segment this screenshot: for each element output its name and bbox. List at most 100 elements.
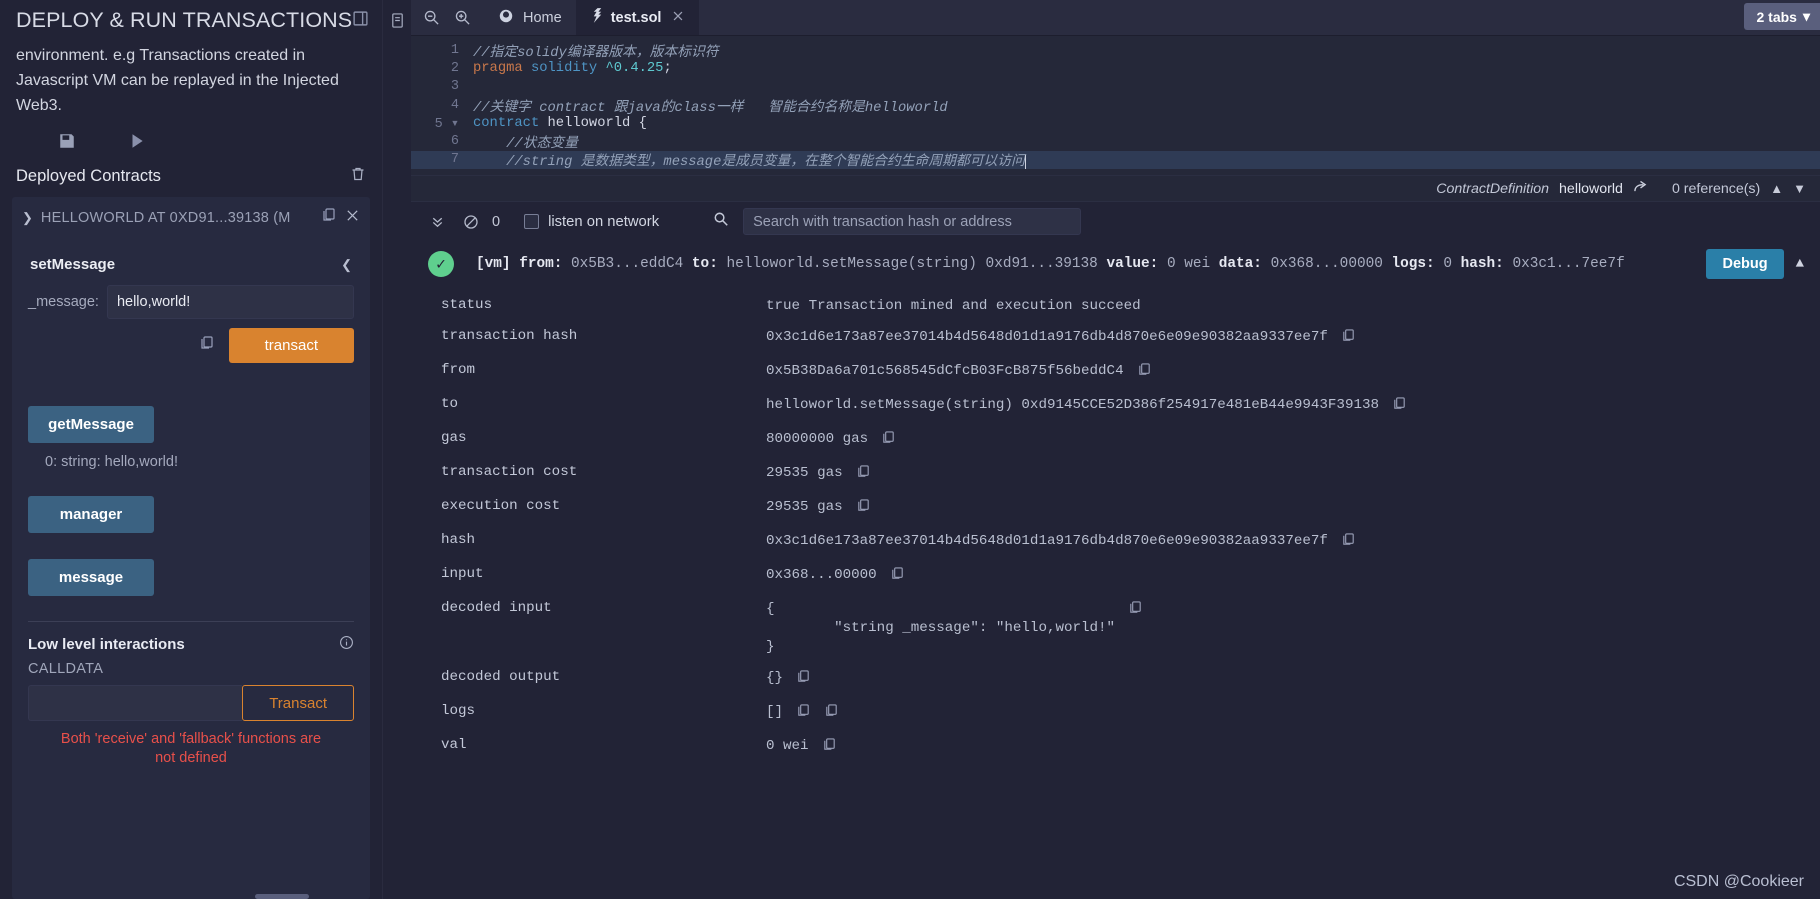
- code-line[interactable]: 2 pragma solidity ^0.4.25;: [411, 59, 1820, 77]
- copy-icon[interactable]: [1341, 328, 1356, 350]
- transaction-detail-row: input 0x368...00000: [411, 560, 1820, 594]
- line-number: 7: [450, 152, 459, 168]
- summary-from-label: from:: [519, 256, 563, 273]
- deployed-contracts-header: Deployed Contracts: [0, 160, 382, 197]
- copy-icon[interactable]: [1137, 362, 1152, 384]
- copy-icon[interactable]: [856, 464, 871, 486]
- tabs-count-badge[interactable]: 2 tabs ▾: [1743, 3, 1820, 30]
- line-number: 3: [450, 79, 459, 95]
- manager-button[interactable]: manager: [28, 496, 154, 533]
- transaction-detail-row: hash 0x3c1d6e173a87ee37014b4d5648d01d1a91…: [411, 526, 1820, 560]
- zoom-out-icon[interactable]: [423, 9, 440, 26]
- detail-value-wrap: 0x368...00000: [766, 566, 905, 588]
- detail-value: helloworld.setMessage(string) 0xd9145CCE…: [766, 397, 1379, 414]
- code-line[interactable]: 7 //string 是数据类型，message是成员变量，在整个智能合约生命周…: [411, 150, 1820, 171]
- info-icon[interactable]: [339, 635, 354, 653]
- transaction-header[interactable]: ✓ [vm] from: 0x5B3...eddC4 to: helloworl…: [411, 241, 1820, 287]
- low-level-header: Low level interactions: [28, 622, 354, 653]
- line-number: 5 ▾: [434, 116, 459, 132]
- tab-home[interactable]: Home: [483, 0, 576, 35]
- copy-calldata-icon[interactable]: [199, 335, 215, 356]
- horizontal-scrollbar[interactable]: [255, 894, 309, 899]
- detail-value-wrap: []: [766, 703, 839, 725]
- detail-value: true Transaction mined and execution suc…: [766, 298, 1141, 315]
- transaction-details-table: status true Transaction mined and executi…: [411, 287, 1820, 765]
- play-icon[interactable]: [128, 132, 146, 150]
- tab-test-sol[interactable]: test.sol: [575, 0, 700, 35]
- copy-icon[interactable]: [822, 737, 837, 759]
- close-icon[interactable]: [671, 9, 685, 27]
- detail-key: hash: [441, 532, 476, 549]
- chevron-up-icon[interactable]: ▲: [1770, 181, 1783, 196]
- pending-tx-count: 0: [492, 213, 501, 230]
- detail-value-wrap: 0x3c1d6e173a87ee37014b4d5648d01d1a9176db…: [766, 328, 1356, 350]
- copy-icon[interactable]: [796, 669, 811, 691]
- transact-row: transact: [28, 328, 354, 363]
- set-message-header[interactable]: setMessage ❮: [28, 238, 354, 283]
- param-label-message: _message:: [28, 294, 99, 310]
- panel-icon[interactable]: [352, 10, 369, 32]
- code-line[interactable]: 5 ▾ contract helloworld {: [411, 114, 1820, 132]
- copy-icon[interactable]: [321, 207, 337, 228]
- copy-icon[interactable]: [881, 430, 896, 452]
- detail-key: input: [441, 566, 484, 583]
- transaction-detail-row: to helloworld.setMessage(string) 0xd9145C…: [411, 390, 1820, 424]
- code-line[interactable]: 3: [411, 78, 1820, 96]
- low-level-transact-button[interactable]: Transact: [242, 685, 354, 721]
- contract-header[interactable]: ❯ HELLOWORLD AT 0XD91...39138 (M: [12, 197, 370, 238]
- summary-logs-label: logs:: [1391, 256, 1435, 273]
- code-text: //string 是数据类型，message是成员变量，在整个智能合约生命周期都…: [473, 154, 1026, 171]
- ban-icon[interactable]: [454, 214, 488, 230]
- listen-on-network-checkbox[interactable]: [524, 214, 540, 230]
- copy-icon[interactable]: [1392, 396, 1407, 418]
- code-line[interactable]: 1 //指定solidy编译器版本，版本标识符: [411, 41, 1820, 61]
- message-button[interactable]: message: [28, 559, 154, 596]
- code-line[interactable]: 6 //状态变量: [411, 132, 1820, 152]
- chevron-up-icon[interactable]: ❮: [341, 257, 352, 273]
- detail-key: logs: [441, 703, 476, 720]
- chevrons-down-icon[interactable]: [421, 214, 454, 229]
- copy-icon[interactable]: [1341, 532, 1356, 554]
- summary-to-value: helloworld.setMessage(string) 0xd91...39…: [726, 256, 1098, 273]
- search-icon[interactable]: [659, 211, 743, 232]
- detail-value: 29535 gas: [766, 499, 843, 516]
- deploy-run-sidebar: DEPLOY & RUN TRANSACTIONS environment. e…: [0, 0, 383, 899]
- debug-button[interactable]: Debug: [1706, 249, 1784, 280]
- copy-icon[interactable]: [796, 703, 811, 725]
- code-text: //关键字 contract 跟java的class一样 智能合约名称是hell…: [473, 100, 948, 116]
- detail-key: from: [441, 362, 476, 379]
- terminal-toolbar: 0 listen on network: [411, 201, 1820, 242]
- detail-key: status: [441, 297, 493, 314]
- calldata-input[interactable]: [28, 685, 243, 721]
- copy-icon[interactable]: [856, 498, 871, 520]
- save-icon[interactable]: [58, 132, 76, 150]
- goto-icon[interactable]: [1633, 180, 1648, 197]
- message-input[interactable]: [106, 285, 354, 319]
- copy-icon[interactable]: [890, 566, 905, 588]
- remix-logo-icon: [498, 8, 514, 28]
- sidebar-action-icons: [0, 118, 382, 160]
- search-input[interactable]: [743, 208, 1082, 236]
- transact-button[interactable]: transact: [228, 328, 354, 363]
- file-explorer-icon[interactable]: [390, 12, 405, 899]
- function-name-setmessage: setMessage: [30, 256, 116, 273]
- transaction-detail-row: status true Transaction mined and executi…: [411, 291, 1820, 322]
- detail-value-wrap: 0 wei: [766, 737, 837, 759]
- summary-value: 0 wei: [1166, 256, 1211, 273]
- chevron-up-icon[interactable]: ▲: [1784, 256, 1820, 272]
- summary-to-label: to:: [691, 256, 718, 273]
- copy-icon[interactable]: [1128, 600, 1143, 622]
- trash-icon[interactable]: [350, 166, 366, 187]
- detail-value: 0x3c1d6e173a87ee37014b4d5648d01d1a9176db…: [766, 329, 1328, 346]
- close-icon[interactable]: [345, 208, 360, 228]
- code-line[interactable]: 4 //关键字 contract 跟java的class一样 智能合约名称是hel…: [411, 96, 1820, 116]
- copy-icon[interactable]: [824, 703, 839, 725]
- code-editor[interactable]: 1 //指定solidy编译器版本，版本标识符 2 pragma solidity ^…: [411, 36, 1820, 176]
- summary-data-value: 0x368...00000: [1270, 256, 1383, 273]
- getmessage-button[interactable]: getMessage: [28, 406, 154, 443]
- chevron-down-icon[interactable]: ▼: [1793, 181, 1806, 196]
- transaction-summary: [vm] from: 0x5B3...eddC4 to: helloworld.…: [454, 256, 1625, 272]
- chevron-down-icon[interactable]: ❯: [22, 210, 33, 226]
- text-cursor: [1024, 154, 1026, 169]
- zoom-in-icon[interactable]: [454, 9, 471, 26]
